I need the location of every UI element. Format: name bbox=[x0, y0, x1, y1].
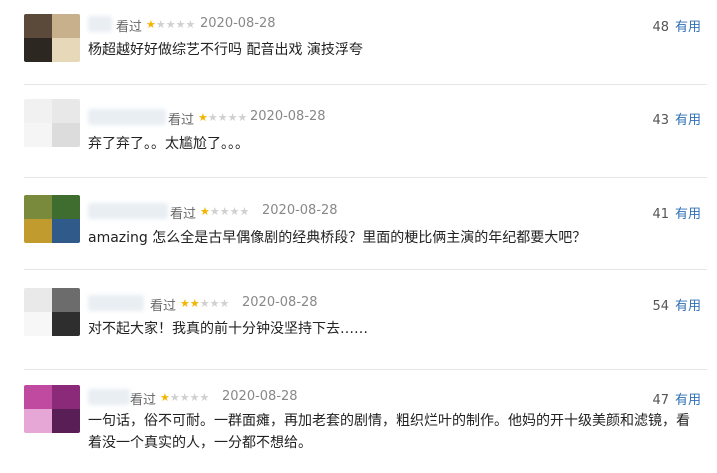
star-icon: ★ bbox=[179, 391, 190, 404]
watch-status: 看过 bbox=[168, 113, 195, 128]
review-date: 2020-08-28 bbox=[250, 109, 326, 124]
review-text: 杨超越好好做综艺不行吗 配音出戏 演技浮夸 bbox=[88, 42, 363, 58]
avatar-tile bbox=[52, 312, 80, 336]
star-icon: ★ bbox=[155, 18, 166, 31]
rating-stars: ★★★★★ bbox=[146, 19, 195, 31]
avatar[interactable] bbox=[24, 195, 80, 243]
useful-button[interactable]: 有用 bbox=[675, 393, 701, 408]
avatar-tile bbox=[24, 409, 52, 433]
avatar-tile bbox=[52, 409, 80, 433]
username-blurred[interactable] bbox=[88, 203, 168, 219]
avatar-tile bbox=[52, 219, 80, 243]
watch-status: 看过 bbox=[130, 393, 157, 408]
review-text: 一句话，俗不可耐。一群面瘫，再加老套的剧情，粗织烂叶的制作。他妈的开十级美颜和滤… bbox=[88, 413, 690, 451]
avatar-tile bbox=[52, 99, 80, 123]
review-item: 看过 ★★★★★ 2020-08-28 47 有用 一句话，俗不可耐。一群面瘫，再… bbox=[0, 370, 717, 473]
review-date: 2020-08-28 bbox=[200, 16, 276, 31]
star-icon: ★ bbox=[185, 18, 196, 31]
rating-stars: ★★★★★ bbox=[180, 298, 229, 310]
avatar-tile bbox=[52, 288, 80, 312]
star-icon: ★ bbox=[180, 297, 190, 310]
votes: 48 有用 bbox=[652, 16, 701, 35]
star-icon: ★ bbox=[160, 391, 170, 404]
useful-count: 41 bbox=[652, 207, 669, 222]
star-icon: ★ bbox=[219, 297, 230, 310]
star-icon: ★ bbox=[189, 391, 200, 404]
rating-stars: ★★★★★ bbox=[200, 206, 249, 218]
avatar-tile bbox=[52, 38, 80, 62]
avatar-tile bbox=[24, 123, 52, 147]
avatar[interactable] bbox=[24, 385, 80, 433]
username-blurred[interactable] bbox=[88, 109, 166, 125]
avatar-tile bbox=[24, 195, 52, 219]
star-icon: ★ bbox=[169, 391, 180, 404]
username-blurred[interactable] bbox=[88, 295, 144, 311]
star-icon: ★ bbox=[199, 297, 210, 310]
votes: 47 有用 bbox=[652, 389, 701, 408]
username-blurred[interactable] bbox=[88, 16, 112, 32]
star-icon: ★ bbox=[227, 111, 238, 124]
star-icon: ★ bbox=[237, 111, 248, 124]
review-item: 看过 ★★★★★ 2020-08-28 48 有用 杨超越好好做综艺不行吗 配音出… bbox=[0, 0, 717, 85]
avatar-tile bbox=[24, 385, 52, 409]
avatar-tile bbox=[24, 38, 52, 62]
avatar-tile bbox=[52, 385, 80, 409]
useful-button[interactable]: 有用 bbox=[675, 20, 701, 35]
star-icon: ★ bbox=[217, 111, 228, 124]
avatar-tile bbox=[24, 219, 52, 243]
votes: 41 有用 bbox=[652, 203, 701, 222]
star-icon: ★ bbox=[207, 111, 218, 124]
review-date: 2020-08-28 bbox=[222, 389, 298, 404]
review-text: 弃了弃了。。太尴尬了。。。 bbox=[88, 136, 249, 152]
review-text: 对不起大家！我真的前十分钟没坚持下去…… bbox=[88, 321, 368, 337]
useful-count: 47 bbox=[652, 393, 669, 408]
avatar-tile bbox=[52, 14, 80, 38]
useful-count: 48 bbox=[652, 20, 669, 35]
review-list: 看过 ★★★★★ 2020-08-28 48 有用 杨超越好好做综艺不行吗 配音出… bbox=[0, 0, 717, 473]
avatar-tile bbox=[52, 123, 80, 147]
star-icon: ★ bbox=[199, 391, 210, 404]
rating-stars: ★★★★★ bbox=[198, 112, 247, 124]
star-icon: ★ bbox=[219, 205, 230, 218]
review-date: 2020-08-28 bbox=[242, 295, 318, 310]
star-icon: ★ bbox=[209, 297, 220, 310]
review-item: 看过 ★★★★★ 2020-08-28 41 有用 amazing 怎么全是古早偶… bbox=[0, 178, 717, 270]
star-icon: ★ bbox=[165, 18, 176, 31]
star-icon: ★ bbox=[146, 18, 156, 31]
useful-count: 54 bbox=[652, 299, 669, 314]
avatar-tile bbox=[24, 288, 52, 312]
review-text: amazing 怎么全是古早偶像剧的经典桥段？里面的梗比俩主演的年纪都要大吧？ bbox=[88, 230, 587, 246]
watch-status: 看过 bbox=[170, 207, 197, 222]
avatar-tile bbox=[52, 195, 80, 219]
star-icon: ★ bbox=[229, 205, 240, 218]
star-icon: ★ bbox=[239, 205, 250, 218]
useful-button[interactable]: 有用 bbox=[675, 113, 701, 128]
watch-status: 看过 bbox=[116, 20, 143, 35]
star-icon: ★ bbox=[189, 297, 200, 310]
avatar-tile bbox=[24, 312, 52, 336]
rating-stars: ★★★★★ bbox=[160, 392, 209, 404]
avatar[interactable] bbox=[24, 99, 80, 147]
useful-button[interactable]: 有用 bbox=[675, 299, 701, 314]
votes: 43 有用 bbox=[652, 109, 701, 128]
votes: 54 有用 bbox=[652, 295, 701, 314]
review-item: 看过 ★★★★★ 2020-08-28 54 有用 对不起大家！我真的前十分钟没坚… bbox=[0, 270, 717, 370]
useful-count: 43 bbox=[652, 113, 669, 128]
useful-button[interactable]: 有用 bbox=[675, 207, 701, 222]
avatar-tile bbox=[24, 99, 52, 123]
watch-status: 看过 bbox=[150, 299, 177, 314]
avatar[interactable] bbox=[24, 14, 80, 62]
star-icon: ★ bbox=[200, 205, 210, 218]
star-icon: ★ bbox=[198, 111, 208, 124]
username-blurred[interactable] bbox=[88, 389, 130, 405]
review-date: 2020-08-28 bbox=[262, 203, 338, 218]
avatar[interactable] bbox=[24, 288, 80, 336]
star-icon: ★ bbox=[175, 18, 186, 31]
avatar-tile bbox=[24, 14, 52, 38]
star-icon: ★ bbox=[209, 205, 220, 218]
review-item: 看过 ★★★★★ 2020-08-28 43 有用 弃了弃了。。太尴尬了。。。 bbox=[0, 85, 717, 178]
